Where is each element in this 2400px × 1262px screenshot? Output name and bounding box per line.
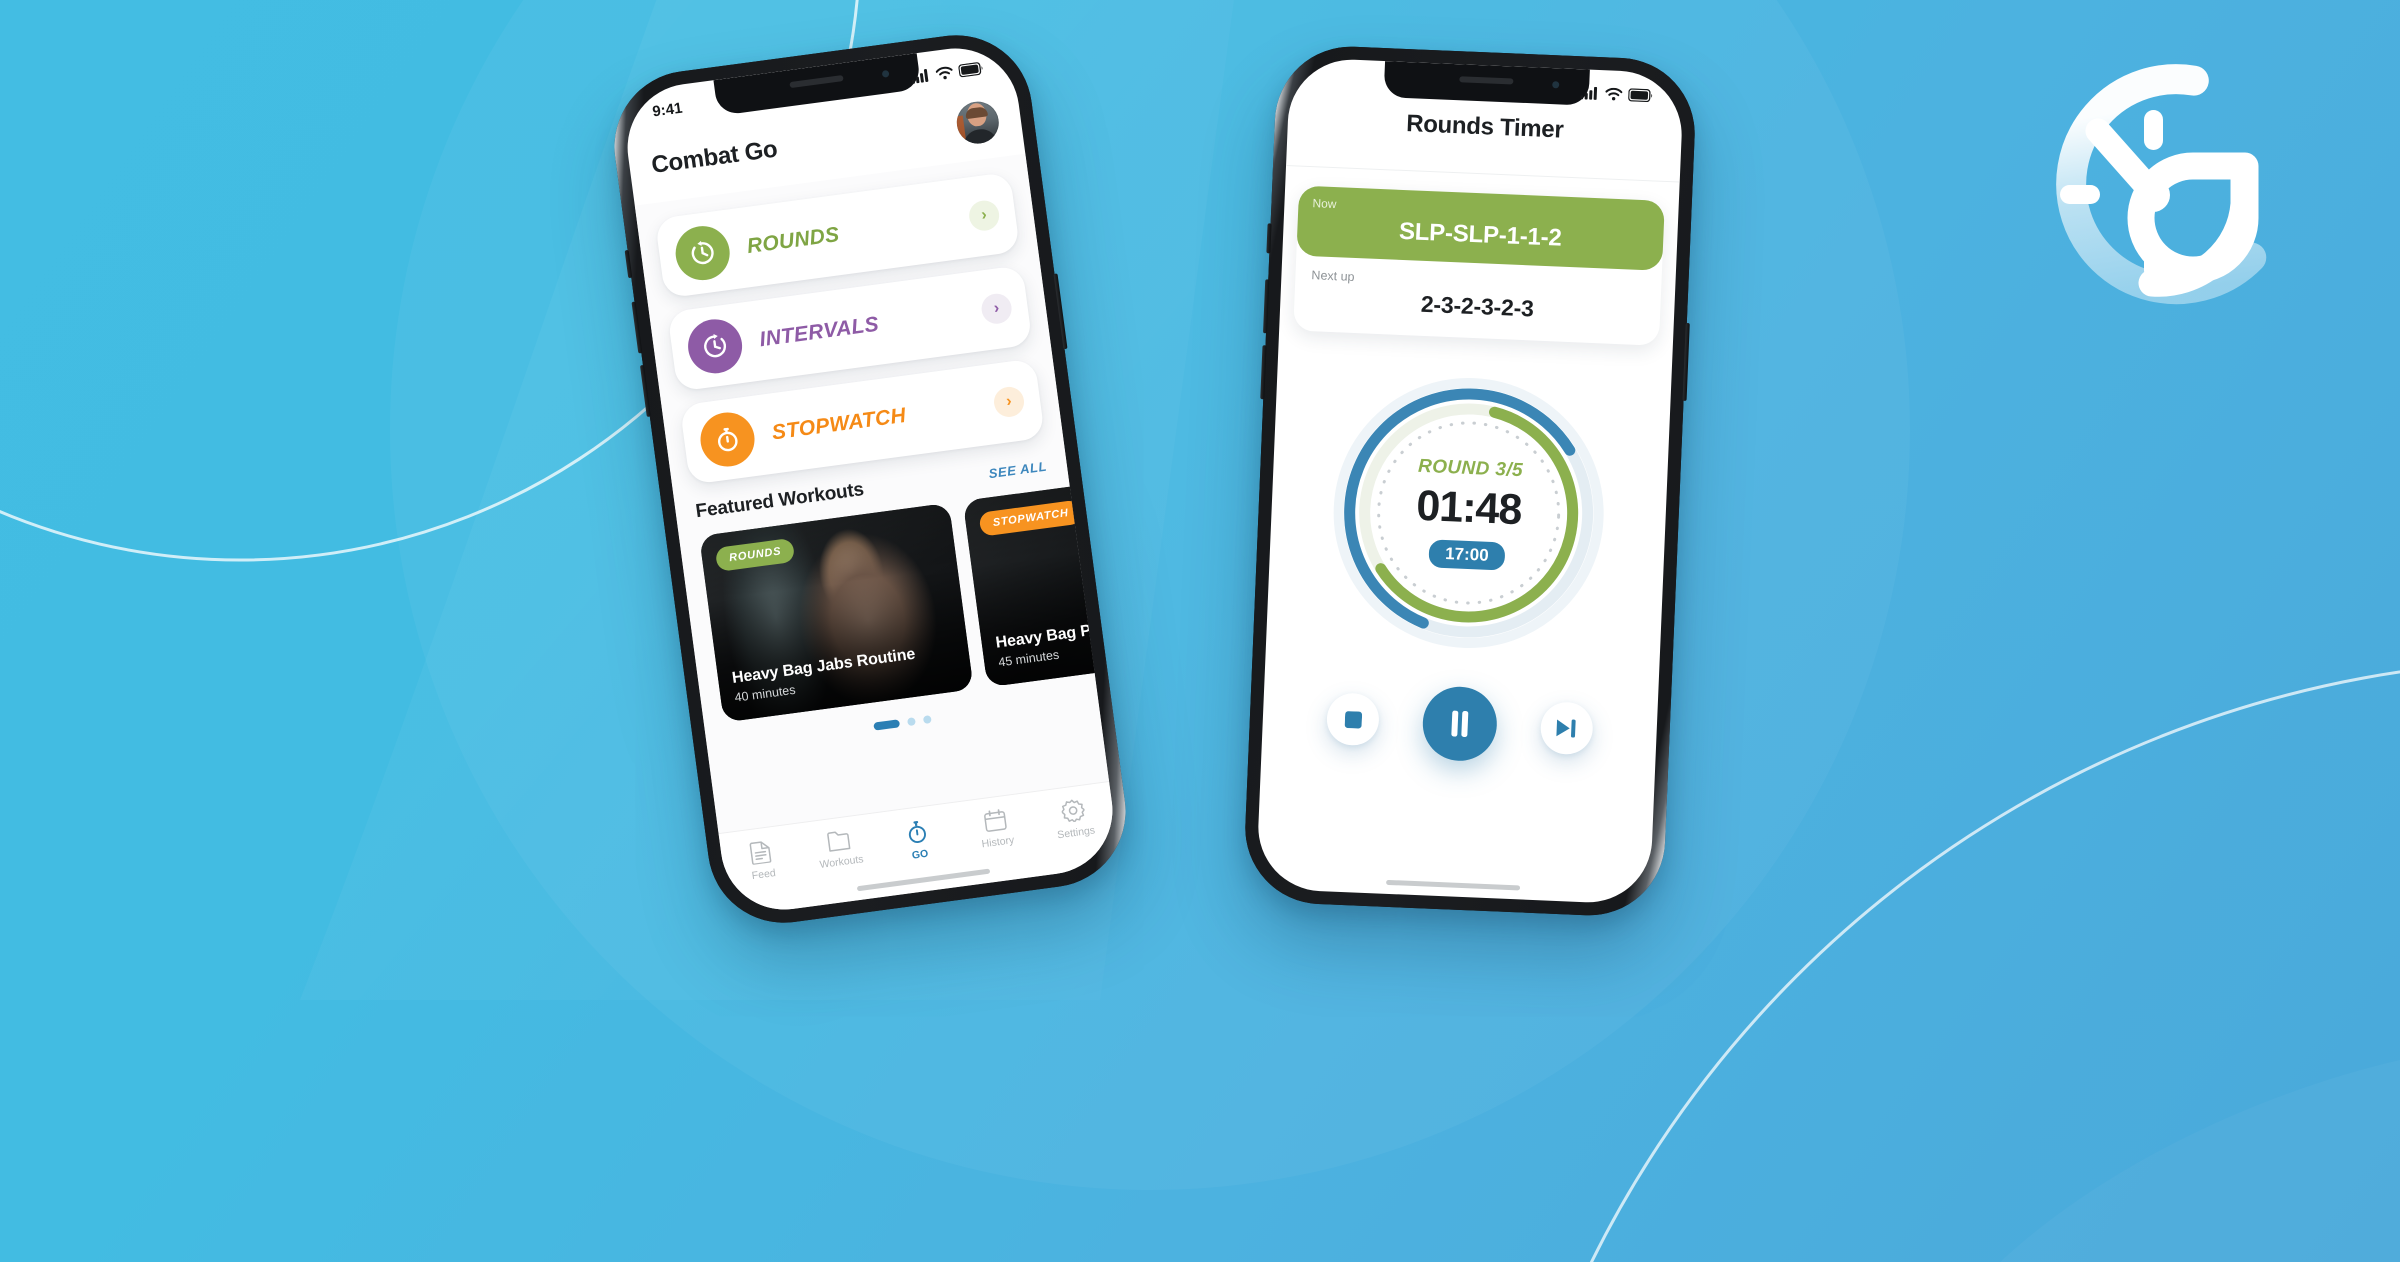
battery-icon [958, 61, 983, 77]
cellular-signal-icon [1580, 86, 1598, 100]
mode-label-intervals: INTERVALS [758, 312, 881, 352]
timer-mode-list: ROUNDS › INTERVALS › STOPWATCH › [654, 171, 1047, 499]
wifi-icon [1605, 87, 1623, 100]
pause-icon [1451, 710, 1469, 738]
tab-feed[interactable]: Feed [720, 836, 803, 886]
round-counter: ROUND 3/5 [1417, 455, 1524, 481]
phone-right-screen: 9:41 [1255, 57, 1685, 905]
gear-icon [1061, 799, 1086, 823]
carousel-dot[interactable] [906, 717, 916, 727]
carousel-dot[interactable] [922, 715, 932, 725]
battery-icon [1628, 87, 1653, 102]
avatar[interactable] [954, 99, 1002, 147]
avatar-body [961, 127, 998, 147]
promo-canvas: 9:41 [0, 0, 2400, 1262]
chevron-right-icon[interactable]: › [992, 385, 1026, 419]
tab-label: Feed [751, 866, 777, 883]
brand-logo [2000, 38, 2310, 338]
phone-right-home-indicator [1386, 879, 1521, 891]
stop-square-icon [1344, 710, 1362, 729]
mode-label-rounds: ROUNDS [745, 223, 841, 259]
intervals-timer-glyph [704, 334, 727, 358]
mode-label-stopwatch: STOPWATCH [770, 403, 908, 445]
pause-button[interactable] [1421, 685, 1499, 763]
tab-label: Settings [1056, 824, 1096, 842]
rounds-timer-icon [672, 222, 733, 284]
round-time-remaining: 01:48 [1415, 481, 1523, 534]
status-time: 9:41 [651, 99, 684, 120]
chevron-right-icon[interactable]: › [967, 198, 1002, 233]
now-next-card: Now SLP-SLP-1-1-2 Next up 2-3-2-3-2-3 [1293, 185, 1665, 346]
phone-right: 9:41 [1242, 43, 1698, 919]
header-divider [1286, 165, 1680, 183]
tab-settings[interactable]: Settings [1033, 794, 1116, 844]
folder-icon [826, 831, 851, 852]
cellular-signal-icon [911, 68, 929, 84]
rounds-timer-glyph [691, 240, 714, 265]
intervals-timer-icon [684, 315, 746, 377]
wifi-icon [935, 66, 953, 79]
workout-card[interactable]: ROUNDS Heavy Bag Jabs Routine 40 minutes [699, 502, 974, 723]
chevron-right-icon[interactable]: › [979, 291, 1014, 326]
tab-label: GO [911, 847, 930, 862]
stopwatch-icon [908, 820, 926, 844]
stop-button[interactable] [1325, 692, 1380, 747]
tab-workouts[interactable]: Workouts [798, 825, 881, 873]
calendar-icon [983, 809, 1007, 832]
total-time-badge: 17:00 [1428, 538, 1506, 571]
timer-controls [1261, 679, 1658, 769]
feed-document-icon [749, 841, 772, 866]
bg-blob-bottomright [2000, 1060, 2400, 1262]
timer-dial[interactable]: ROUND 3/5 01:48 17:00 [1327, 371, 1610, 654]
next-button[interactable] [1539, 701, 1594, 756]
tab-label: History [980, 834, 1015, 851]
skip-next-icon [1556, 719, 1576, 738]
tab-label: Workouts [818, 853, 865, 871]
clock-g-logo-icon [2056, 64, 2267, 305]
page-title: Combat Go [649, 135, 779, 180]
stopwatch-glyph [717, 427, 738, 452]
tab-history[interactable]: History [955, 804, 1038, 853]
rounds-timer-title: Rounds Timer [1405, 110, 1564, 144]
stopwatch-icon [697, 409, 758, 470]
tab-go[interactable]: GO [876, 815, 960, 866]
